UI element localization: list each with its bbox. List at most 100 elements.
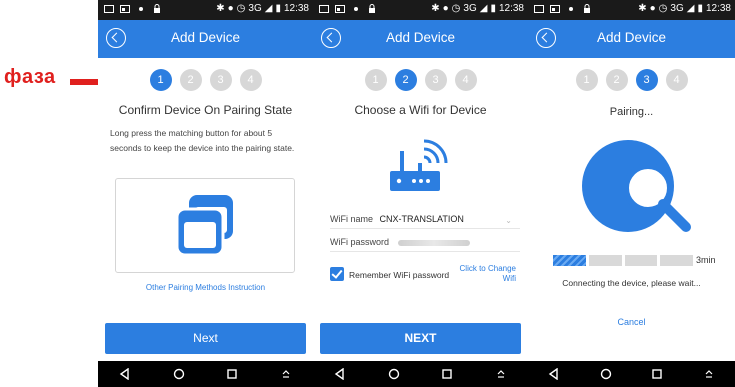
alarm-icon: ◷ [658, 3, 668, 14]
dot-icon [354, 7, 358, 11]
dot-icon [139, 7, 143, 11]
step-3: 3 [635, 69, 658, 91]
app-header: Add Device [98, 20, 313, 58]
chevron-down-icon[interactable]: ⌄ [505, 211, 512, 231]
dnd-icon: ● [227, 3, 234, 14]
network-label: 3G [463, 3, 477, 14]
battery-icon: ▮ [490, 3, 496, 14]
pairing-status: Pairing... [609, 106, 654, 118]
image-icon [550, 5, 560, 13]
wifi-password-field[interactable]: WiFi password [330, 232, 520, 252]
lock-icon [369, 4, 375, 13]
instructions-text: Long press the matching button for about… [110, 128, 295, 153]
progress-segment [660, 255, 693, 266]
masked-password [397, 239, 470, 246]
other-pairing-methods-link[interactable]: Other Pairing Methods Instruction [98, 283, 313, 292]
lock-icon [154, 4, 160, 13]
app-header: Add Device [313, 20, 528, 58]
cancel-link[interactable]: Cancel [528, 317, 735, 327]
wifi-router-icon [390, 139, 448, 191]
bluetooth-icon: ✱ [638, 3, 647, 14]
progress-segment [588, 255, 622, 266]
step-2: 2 [394, 69, 417, 91]
recents-square-icon[interactable] [225, 367, 239, 381]
message-icon [534, 5, 544, 13]
step-heading: Confirm Device On Pairing State [118, 103, 293, 117]
step-4: 4 [665, 69, 688, 91]
next-button[interactable]: Next [105, 323, 306, 354]
back-triangle-icon[interactable] [547, 367, 561, 381]
bluetooth-icon: ✱ [216, 3, 225, 14]
clock: 12:38 [705, 3, 731, 14]
wifi-name-label: WiFi name [330, 214, 374, 224]
phase-label: фаза [4, 66, 56, 88]
dnd-icon: ● [649, 3, 656, 14]
step-2: 2 [179, 69, 202, 91]
progress-segment [624, 255, 658, 266]
battery-icon: ▮ [275, 3, 281, 14]
step-3: 3 [209, 69, 232, 91]
back-triangle-icon[interactable] [118, 367, 132, 381]
tutorial-collage: фаза ✱ ● ◷ 3G ◢ ▮ 12:38 Add Device 1 2 3… [0, 0, 735, 387]
home-circle-icon[interactable] [599, 367, 613, 381]
step-1: 1 [149, 69, 172, 91]
recents-square-icon[interactable] [650, 367, 664, 381]
device-windows-icon [175, 195, 233, 257]
recents-square-icon[interactable] [440, 367, 454, 381]
wifi-password-label: WiFi password [330, 237, 390, 247]
image-icon [120, 5, 130, 13]
home-circle-icon[interactable] [387, 367, 401, 381]
signal-icon: ◢ [264, 3, 273, 14]
status-bar: ✱ ● ◷ 3G ◢ ▮ 12:38 [313, 0, 528, 20]
step-2: 2 [605, 69, 628, 91]
step-indicator: 1 2 3 4 [313, 69, 528, 91]
step-1: 1 [575, 69, 598, 91]
signal-icon: ◢ [686, 3, 695, 14]
app-header: Add Device [528, 20, 735, 58]
page-title: Add Device [385, 30, 456, 45]
clock: 12:38 [283, 3, 309, 14]
network-label: 3G [670, 3, 684, 14]
remember-password-label: Remember WiFi password [349, 270, 450, 280]
next-button[interactable]: NEXT [320, 323, 521, 354]
message-icon [319, 5, 329, 13]
page-title: Add Device [170, 30, 241, 45]
android-nav-bar [528, 361, 735, 387]
step-indicator: 1 2 3 4 [528, 69, 735, 91]
alarm-icon: ◷ [236, 3, 246, 14]
status-bar: ✱ ● ◷ 3G ◢ ▮ 12:38 [528, 0, 735, 20]
status-bar: ✱ ● ◷ 3G ◢ ▮ 12:38 [98, 0, 313, 20]
step-4: 4 [454, 69, 477, 91]
home-circle-icon[interactable] [172, 367, 186, 381]
page-title: Add Device [596, 30, 667, 45]
screen-choose-wifi: ✱ ● ◷ 3G ◢ ▮ 12:38 Add Device 1 2 3 4 Ch… [313, 0, 528, 387]
step-3: 3 [424, 69, 447, 91]
keyboard-hide-icon[interactable] [494, 367, 508, 381]
dot-icon [569, 7, 573, 11]
message-icon [104, 5, 114, 13]
signal-icon: ◢ [479, 3, 488, 14]
time-remaining: 3min [696, 255, 716, 265]
dnd-icon: ● [442, 3, 449, 14]
wifi-name-value: CNX-TRANSLATION [379, 214, 464, 224]
device-illustration-card [115, 178, 295, 273]
lock-icon [584, 4, 590, 13]
step-1: 1 [364, 69, 387, 91]
wifi-name-field[interactable]: WiFi name CNX-TRANSLATION ⌄ [330, 209, 520, 229]
change-wifi-link[interactable]: Click to Change Wifi [446, 264, 516, 284]
android-nav-bar [313, 361, 528, 387]
screen-confirm-pairing: ✱ ● ◷ 3G ◢ ▮ 12:38 Add Device 1 2 3 4 Co… [98, 0, 313, 387]
alarm-icon: ◷ [451, 3, 461, 14]
network-label: 3G [248, 3, 262, 14]
step-indicator: 1 2 3 4 [98, 69, 313, 91]
keyboard-hide-icon[interactable] [702, 367, 716, 381]
screen-pairing: ✱ ● ◷ 3G ◢ ▮ 12:38 Add Device 1 2 3 4 Pa… [528, 0, 735, 387]
clock: 12:38 [498, 3, 524, 14]
step-heading: Choose a Wifi for Device [354, 103, 487, 117]
android-nav-bar [98, 361, 313, 387]
step-4: 4 [239, 69, 262, 91]
keyboard-hide-icon[interactable] [279, 367, 293, 381]
pairing-progress-bar [553, 255, 693, 266]
back-triangle-icon[interactable] [333, 367, 347, 381]
checkbox-checked-icon[interactable] [330, 267, 344, 281]
